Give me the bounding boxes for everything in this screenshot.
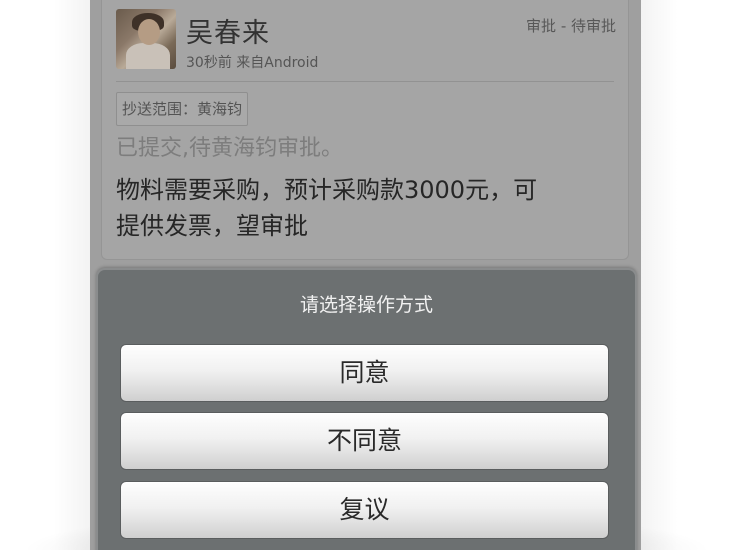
avatar-shirt [126,43,170,69]
approval-card: 吴春来 30秒前 来自Android 审批 - 待审批 抄送范围：黄海钧 已提交… [101,0,629,260]
request-content-line-2: 提供发票，望审批 [116,212,308,240]
request-content: 物料需要采购，预计采购款3000元，可 提供发票，望审批 [116,172,616,244]
reconsider-button[interactable]: 复议 [120,481,609,539]
card-divider [116,81,614,82]
action-dialog: 请选择操作方式 同意 不同意 复议 [96,268,637,550]
post-meta: 30秒前 来自Android [186,55,319,71]
avatar-face [138,19,160,45]
phone-screen: 吴春来 30秒前 来自Android 审批 - 待审批 抄送范围：黄海钧 已提交… [90,0,641,550]
right-backdrop [641,0,733,550]
cc-scope-badge: 抄送范围：黄海钧 [116,92,249,126]
submitted-notice: 已提交,待黄海钧审批。 [116,136,343,161]
agree-button[interactable]: 同意 [120,344,609,402]
user-name[interactable]: 吴春来 [186,11,270,50]
left-backdrop [0,0,90,550]
request-content-line-1: 物料需要采购，预计采购款3000元，可 [116,176,538,204]
dialog-title: 请选择操作方式 [299,294,433,316]
user-avatar[interactable] [116,9,176,69]
approval-status: 审批 - 待审批 [526,17,616,35]
disagree-button[interactable]: 不同意 [120,412,609,470]
